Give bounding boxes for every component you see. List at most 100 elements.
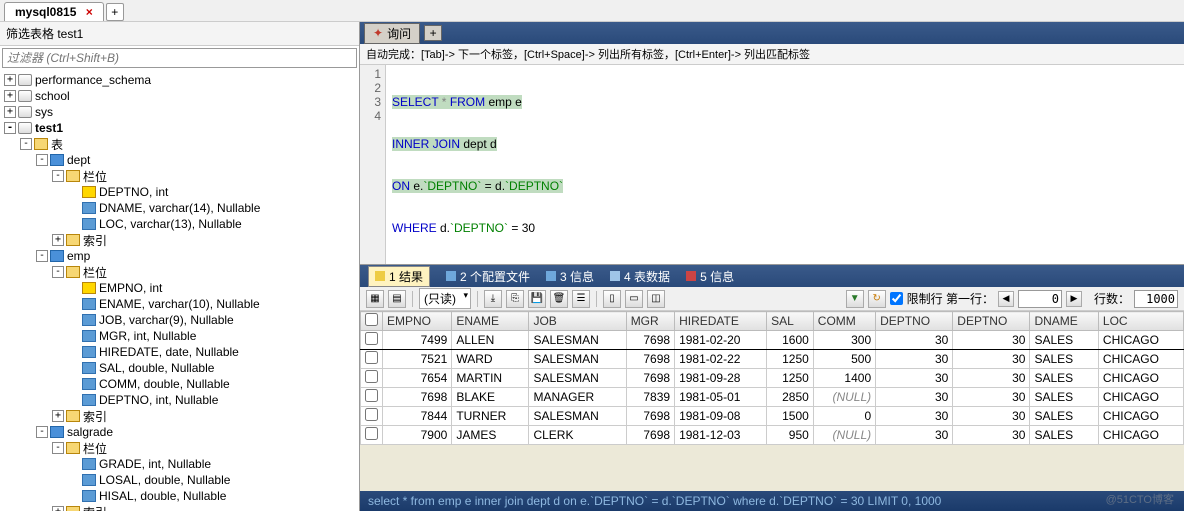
- add-query-tab-button[interactable]: +: [424, 25, 442, 41]
- first-row-input[interactable]: [1018, 290, 1062, 308]
- layout2-button[interactable]: ▭: [625, 290, 643, 308]
- close-icon[interactable]: ×: [86, 5, 93, 19]
- database-icon: [18, 106, 32, 118]
- col-dname[interactable]: DNAME, varchar(14), Nullable: [0, 200, 359, 216]
- column-header[interactable]: ENAME: [452, 312, 529, 331]
- expand-icon[interactable]: -: [52, 442, 64, 454]
- col-ename[interactable]: ENAME, varchar(10), Nullable: [0, 296, 359, 312]
- expand-icon[interactable]: -: [4, 122, 16, 134]
- expand-icon[interactable]: -: [20, 138, 32, 150]
- sql-code[interactable]: SELECT * FROM emp e INNER JOIN dept d ON…: [386, 65, 1184, 264]
- column-header[interactable]: MGR: [626, 312, 674, 331]
- table-dept[interactable]: -dept: [0, 152, 359, 168]
- db-performance-schema[interactable]: +performance_schema: [0, 72, 359, 88]
- form-view-button[interactable]: ▤: [388, 290, 406, 308]
- db-school[interactable]: +school: [0, 88, 359, 104]
- col-loc[interactable]: LOC, varchar(13), Nullable: [0, 216, 359, 232]
- folder-indexes[interactable]: +索引: [0, 232, 359, 248]
- db-test1[interactable]: -test1: [0, 120, 359, 136]
- column-header[interactable]: DNAME: [1030, 312, 1098, 331]
- column-header[interactable]: DEPTNO: [953, 312, 1030, 331]
- expand-icon[interactable]: -: [52, 266, 64, 278]
- col-deptno[interactable]: DEPTNO, int: [0, 184, 359, 200]
- column-header[interactable]: LOC: [1098, 312, 1183, 331]
- col-grade[interactable]: GRADE, int, Nullable: [0, 456, 359, 472]
- col-comm[interactable]: COMM, double, Nullable: [0, 376, 359, 392]
- table-salgrade[interactable]: -salgrade: [0, 424, 359, 440]
- checkbox-header[interactable]: [361, 312, 383, 331]
- query-tab[interactable]: ✦ 询问: [364, 23, 420, 44]
- expand-icon[interactable]: +: [4, 90, 16, 102]
- limit-checkbox[interactable]: [890, 292, 903, 305]
- refresh-button[interactable]: ↻: [868, 290, 886, 308]
- folder-tables[interactable]: -表: [0, 136, 359, 152]
- column-header[interactable]: SAL: [767, 312, 814, 331]
- grid-view-button[interactable]: ▦: [366, 290, 384, 308]
- column-header[interactable]: DEPTNO: [876, 312, 953, 331]
- view1-button[interactable]: ☰: [572, 290, 590, 308]
- column-header[interactable]: JOB: [529, 312, 626, 331]
- layout1-button[interactable]: ▯: [603, 290, 621, 308]
- connection-tab[interactable]: mysql0815 ×: [4, 2, 104, 21]
- row-checkbox[interactable]: [361, 331, 383, 350]
- row-checkbox[interactable]: [361, 350, 383, 369]
- col-mgr[interactable]: MGR, int, Nullable: [0, 328, 359, 344]
- expand-icon[interactable]: -: [52, 170, 64, 182]
- tab-profile[interactable]: 2 个配置文件: [446, 268, 530, 285]
- expand-icon[interactable]: +: [52, 506, 64, 511]
- tab-result[interactable]: 1 结果: [368, 266, 430, 287]
- col-empno[interactable]: EMPNO, int: [0, 280, 359, 296]
- save-button[interactable]: 💾: [528, 290, 546, 308]
- export-button[interactable]: ⤓: [484, 290, 502, 308]
- filter-input[interactable]: [2, 48, 357, 68]
- row-checkbox[interactable]: [361, 369, 383, 388]
- table-row[interactable]: 7900JAMESCLERK76981981-12-03950(NULL)303…: [361, 426, 1184, 445]
- copy-button[interactable]: ⎘: [506, 290, 524, 308]
- db-sys[interactable]: +sys: [0, 104, 359, 120]
- table-row[interactable]: 7698BLAKEMANAGER78391981-05-012850(NULL)…: [361, 388, 1184, 407]
- folder-columns[interactable]: -栏位: [0, 440, 359, 456]
- next-page-button[interactable]: ▶: [1066, 291, 1082, 307]
- folder-indexes[interactable]: +索引: [0, 504, 359, 511]
- expand-icon[interactable]: +: [52, 410, 64, 422]
- row-checkbox[interactable]: [361, 388, 383, 407]
- schema-tree[interactable]: +performance_schema+school+sys-test1-表-d…: [0, 70, 359, 511]
- prev-page-button[interactable]: ◀: [998, 291, 1014, 307]
- row-checkbox[interactable]: [361, 426, 383, 445]
- col-hisal[interactable]: HISAL, double, Nullable: [0, 488, 359, 504]
- column-header[interactable]: EMPNO: [383, 312, 452, 331]
- table-row[interactable]: 7521WARDSALESMAN76981981-02-221250500303…: [361, 350, 1184, 369]
- sql-editor[interactable]: 1234 SELECT * FROM emp e INNER JOIN dept…: [360, 65, 1184, 265]
- folder-columns[interactable]: -栏位: [0, 168, 359, 184]
- col-hiredate[interactable]: HIREDATE, date, Nullable: [0, 344, 359, 360]
- layout3-button[interactable]: ◫: [647, 290, 665, 308]
- tab-info1[interactable]: 3 信息: [546, 268, 594, 285]
- folder-indexes[interactable]: +索引: [0, 408, 359, 424]
- expand-icon[interactable]: +: [52, 234, 64, 246]
- result-grid[interactable]: EMPNOENAMEJOBMGRHIREDATESALCOMMDEPTNODEP…: [360, 311, 1184, 445]
- row-checkbox[interactable]: [361, 407, 383, 426]
- column-header[interactable]: COMM: [813, 312, 875, 331]
- add-tab-button[interactable]: +: [106, 3, 124, 21]
- expand-icon[interactable]: -: [36, 154, 48, 166]
- expand-icon[interactable]: +: [4, 74, 16, 86]
- column-header[interactable]: HIREDATE: [675, 312, 767, 331]
- rows-input[interactable]: [1134, 290, 1178, 308]
- table-row[interactable]: 7654MARTINSALESMAN76981981-09-2812501400…: [361, 369, 1184, 388]
- expand-icon[interactable]: +: [4, 106, 16, 118]
- table-emp[interactable]: -emp: [0, 248, 359, 264]
- col-sal[interactable]: SAL, double, Nullable: [0, 360, 359, 376]
- table-row[interactable]: 7844TURNERSALESMAN76981981-09-0815000303…: [361, 407, 1184, 426]
- delete-button[interactable]: 🗑: [550, 290, 568, 308]
- expand-icon[interactable]: -: [36, 426, 48, 438]
- col-job[interactable]: JOB, varchar(9), Nullable: [0, 312, 359, 328]
- col-losal[interactable]: LOSAL, double, Nullable: [0, 472, 359, 488]
- table-row[interactable]: 7499ALLENSALESMAN76981981-02-20160030030…: [361, 331, 1184, 350]
- tab-tabledata[interactable]: 4 表数据: [610, 268, 670, 285]
- tab-info2[interactable]: 5 信息: [686, 268, 734, 285]
- filter-button[interactable]: ▼: [846, 290, 864, 308]
- expand-icon[interactable]: -: [36, 250, 48, 262]
- col-deptno2[interactable]: DEPTNO, int, Nullable: [0, 392, 359, 408]
- readonly-dropdown[interactable]: (只读): [419, 288, 471, 309]
- folder-columns[interactable]: -栏位: [0, 264, 359, 280]
